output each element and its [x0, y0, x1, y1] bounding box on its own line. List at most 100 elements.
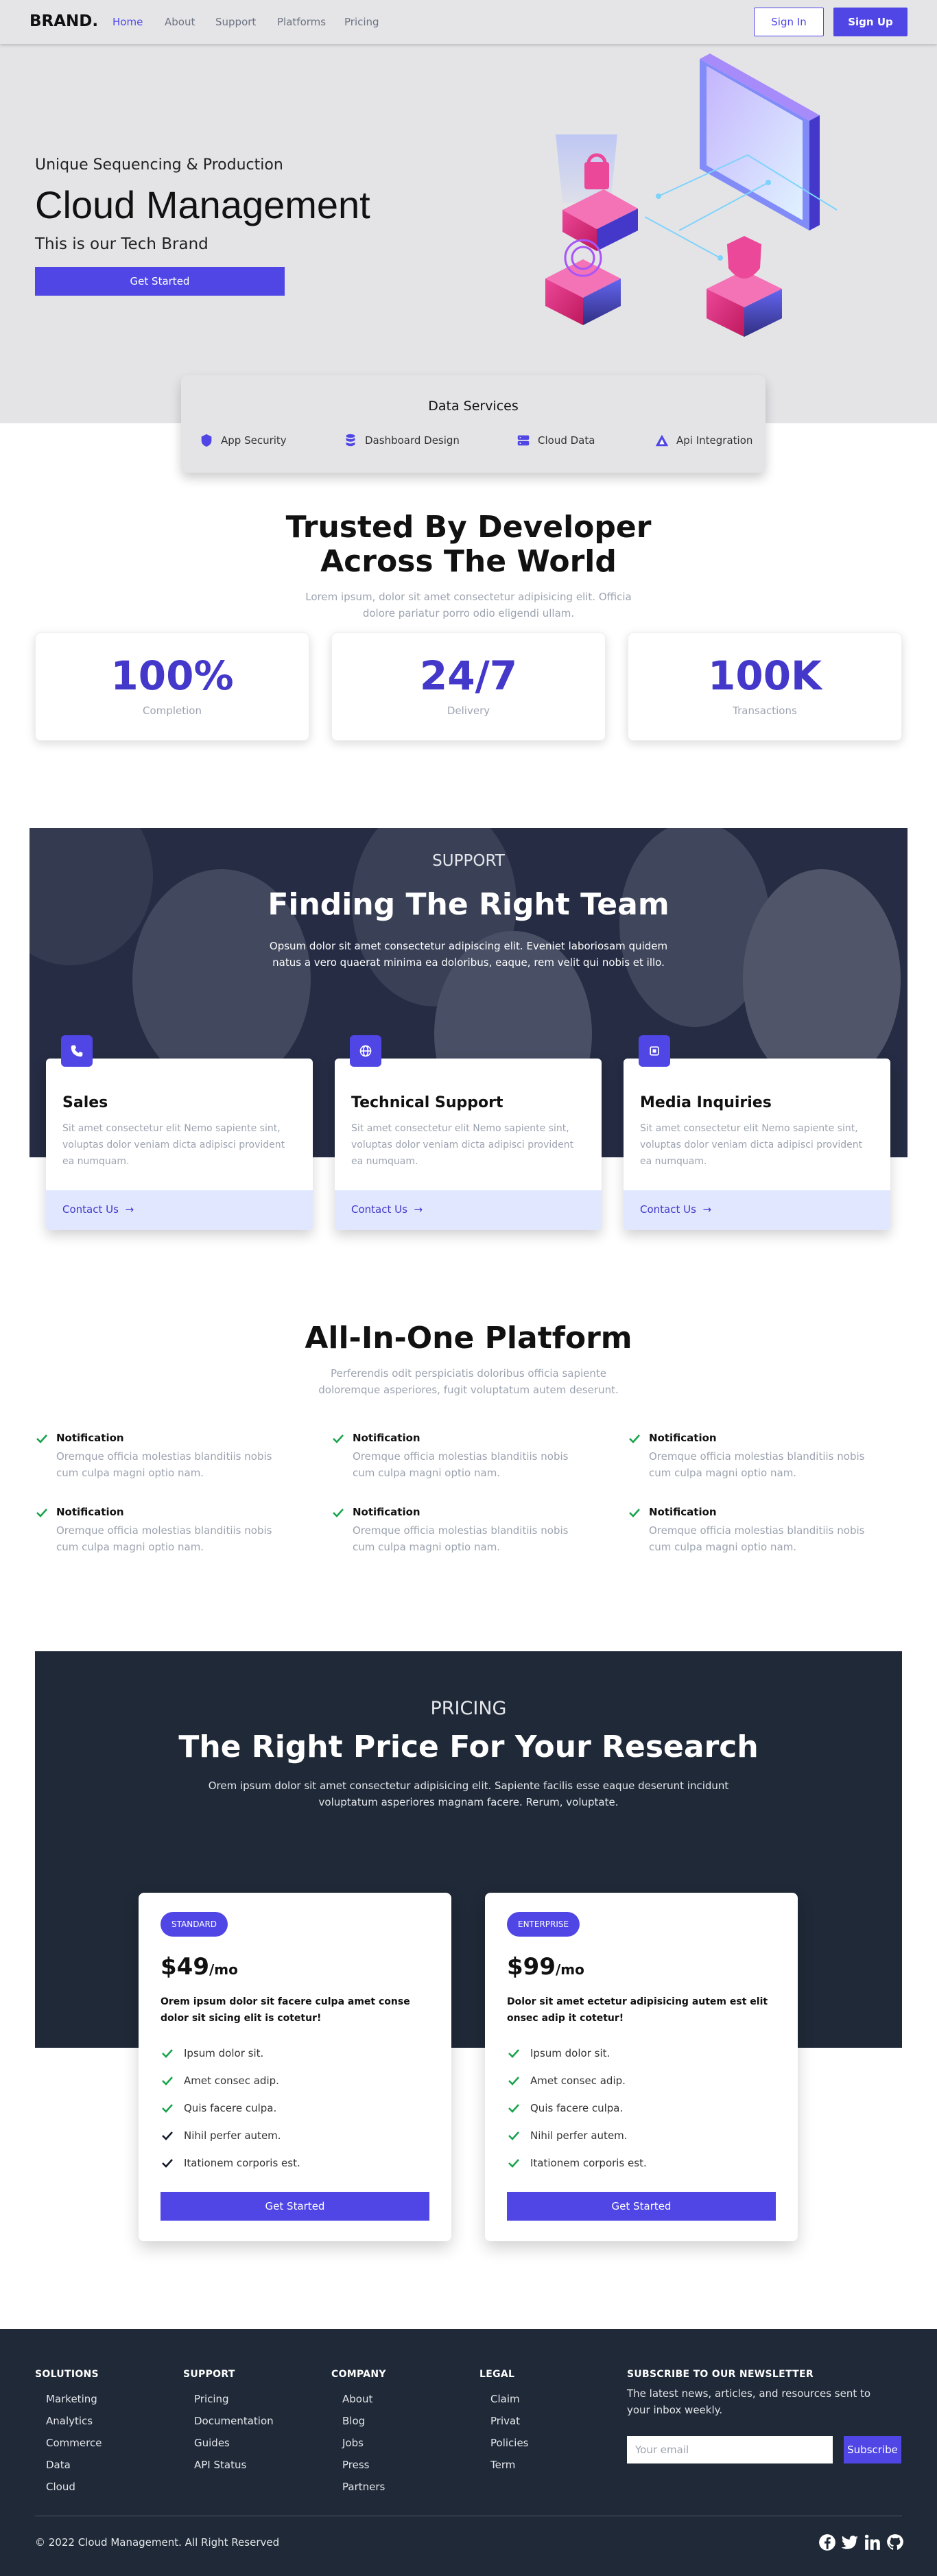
isometric-illustration [545, 54, 838, 337]
plan-feature-label: Itationem corporis est. [530, 2157, 647, 2169]
github-icon[interactable] [886, 2533, 904, 2551]
service-label: App Security [221, 434, 287, 447]
price-period: /mo [209, 1961, 238, 1978]
footer-link[interactable]: Press [342, 2459, 369, 2471]
footer-link[interactable]: Partners [342, 2481, 385, 2493]
data-services-panel: Data Services App Security Dashboard Des… [181, 375, 766, 473]
hero-subtitle: Unique Sequencing & Production [35, 156, 283, 174]
footer-link[interactable]: Claim [490, 2393, 520, 2405]
facebook-icon[interactable] [818, 2533, 836, 2551]
pricing-text-line2: voluptatum asperiores magnam facere. Rer… [318, 1796, 619, 1808]
platform-text: Perferendis odit perspiciatis doloribus … [263, 1365, 674, 1398]
sign-up-button[interactable]: Sign Up [833, 8, 908, 36]
triangle-icon [655, 434, 669, 447]
nav-link-support[interactable]: Support [215, 16, 256, 28]
check-icon [333, 1434, 344, 1443]
linkedin-icon[interactable] [864, 2533, 881, 2551]
sign-in-button[interactable]: Sign In [754, 8, 824, 36]
twitter-icon[interactable] [841, 2533, 859, 2551]
service-api-integration[interactable]: Api Integration [654, 433, 752, 448]
footer-link[interactable]: Guides [194, 2437, 230, 2449]
plan-price: $49/mo [161, 1953, 238, 1981]
stat-card-transactions: 100K Transactions [628, 633, 902, 741]
plan-get-started-button[interactable]: Get Started [161, 2192, 429, 2221]
plan-feature: Ipsum dolor sit. [161, 2046, 263, 2060]
card-footer: Contact Us → [624, 1190, 890, 1230]
newsletter-email-input[interactable] [627, 2436, 833, 2463]
check-icon [333, 1509, 344, 1517]
plan-feature: Itationem corporis est. [161, 2156, 300, 2170]
nav-link-about[interactable]: About [165, 16, 195, 28]
footer-link[interactable]: Policies [490, 2437, 528, 2449]
footer-link[interactable]: Pricing [194, 2393, 229, 2405]
footer-link[interactable]: API Status [194, 2459, 246, 2471]
nav-link-platforms[interactable]: Platforms [277, 16, 326, 28]
plan-feature-label: Amet consec adip. [530, 2075, 626, 2087]
plan-feature: Amet consec adip. [161, 2074, 279, 2088]
card-footer: Contact Us → [335, 1190, 602, 1230]
plan-feature: Nihil perfer autem. [161, 2129, 281, 2142]
footer-link[interactable]: Blog [342, 2415, 365, 2427]
footer-link[interactable]: Cloud [46, 2481, 75, 2493]
plan-feature-label: Amet consec adip. [184, 2075, 279, 2087]
footer-link[interactable]: Term [490, 2459, 515, 2471]
service-app-security[interactable]: App Security [199, 433, 287, 448]
feature-title: Notification [56, 1432, 124, 1444]
footer-link[interactable]: Analytics [46, 2415, 93, 2427]
footer-link[interactable]: About [342, 2393, 372, 2405]
services-title: Data Services [428, 399, 519, 414]
card-text: Sit amet consectetur elit Nemo sapiente … [640, 1123, 863, 1167]
card-footer: Contact Us → [46, 1190, 313, 1230]
support-card-sales: Sales Sit amet consectetur elit Nemo sap… [46, 1035, 313, 1230]
plan-feature-label: Quis facere culpa. [184, 2102, 277, 2114]
feature-text: Oremque officia molestias blanditiis nob… [649, 1450, 865, 1479]
top-navbar: BRAND. Home About Support Platforms Pric… [0, 0, 937, 44]
footer-link[interactable]: Data [46, 2459, 71, 2471]
service-label: Dashboard Design [365, 434, 460, 447]
plan-badge: ENTERPRISE [507, 1912, 580, 1937]
chip-icon [639, 1035, 670, 1067]
nav-link-home[interactable]: Home [112, 16, 143, 28]
plan-get-started-button[interactable]: Get Started [507, 2192, 776, 2221]
hero-tagline: This is our Tech Brand [35, 235, 209, 253]
footer-col-title: SUPPORT [183, 2369, 235, 2380]
price-amount: $49 [161, 1953, 209, 1981]
pricing-title: The Right Price For Your Research [178, 1729, 759, 1764]
footer-link[interactable]: Jobs [342, 2437, 364, 2449]
check-icon [162, 2104, 173, 2113]
subscribe-button[interactable]: Subscribe [844, 2436, 901, 2463]
nav-link-pricing[interactable]: Pricing [344, 16, 379, 28]
feature-text: Oremque officia molestias blanditiis nob… [56, 1450, 272, 1479]
check-icon [162, 2077, 173, 2085]
feature-text: Oremque officia molestias blanditiis nob… [353, 1524, 569, 1553]
hero-get-started-button[interactable]: Get Started [35, 267, 285, 296]
brand-logo[interactable]: BRAND. [29, 12, 98, 30]
support-text-line1: Opsum dolor sit amet consectetur adipisc… [269, 940, 668, 952]
check-icon [629, 1434, 640, 1443]
contact-us-link[interactable]: Contact Us → [640, 1203, 711, 1216]
shield-icon [201, 434, 212, 447]
footer-col-title: SOLUTIONS [35, 2369, 99, 2380]
service-dashboard-design[interactable]: Dashboard Design [343, 433, 460, 448]
footer-link[interactable]: Commerce [46, 2437, 102, 2449]
trusted-text-line1: Lorem ipsum, dolor sit amet consectetur … [305, 591, 632, 603]
feature-title: Notification [353, 1432, 420, 1444]
check-icon [162, 2131, 173, 2140]
support-card-media: Media Inquiries Sit amet consectetur eli… [624, 1035, 890, 1230]
contact-us-link[interactable]: Contact Us → [62, 1203, 134, 1216]
footer-link[interactable]: Privat [490, 2415, 520, 2427]
trusted-text-line2: dolore pariatur porro odio eligendi ulla… [362, 607, 575, 619]
contact-us-label: Contact Us [351, 1203, 407, 1216]
stat-label: Completion [143, 705, 202, 717]
footer-link[interactable]: Documentation [194, 2415, 274, 2427]
plan-feature: Quis facere culpa. [161, 2101, 276, 2115]
trusted-title-line2: Across The World [320, 544, 617, 579]
site-footer: SOLUTIONS Marketing Analytics Commerce D… [0, 2329, 937, 2576]
footer-link[interactable]: Marketing [46, 2393, 97, 2405]
feature-title: Notification [649, 1506, 717, 1518]
service-cloud-data[interactable]: Cloud Data [516, 433, 595, 448]
contact-us-link[interactable]: Contact Us → [351, 1203, 423, 1216]
arrow-right-icon: → [699, 1203, 712, 1216]
check-icon [508, 2159, 519, 2168]
check-icon [36, 1434, 47, 1443]
